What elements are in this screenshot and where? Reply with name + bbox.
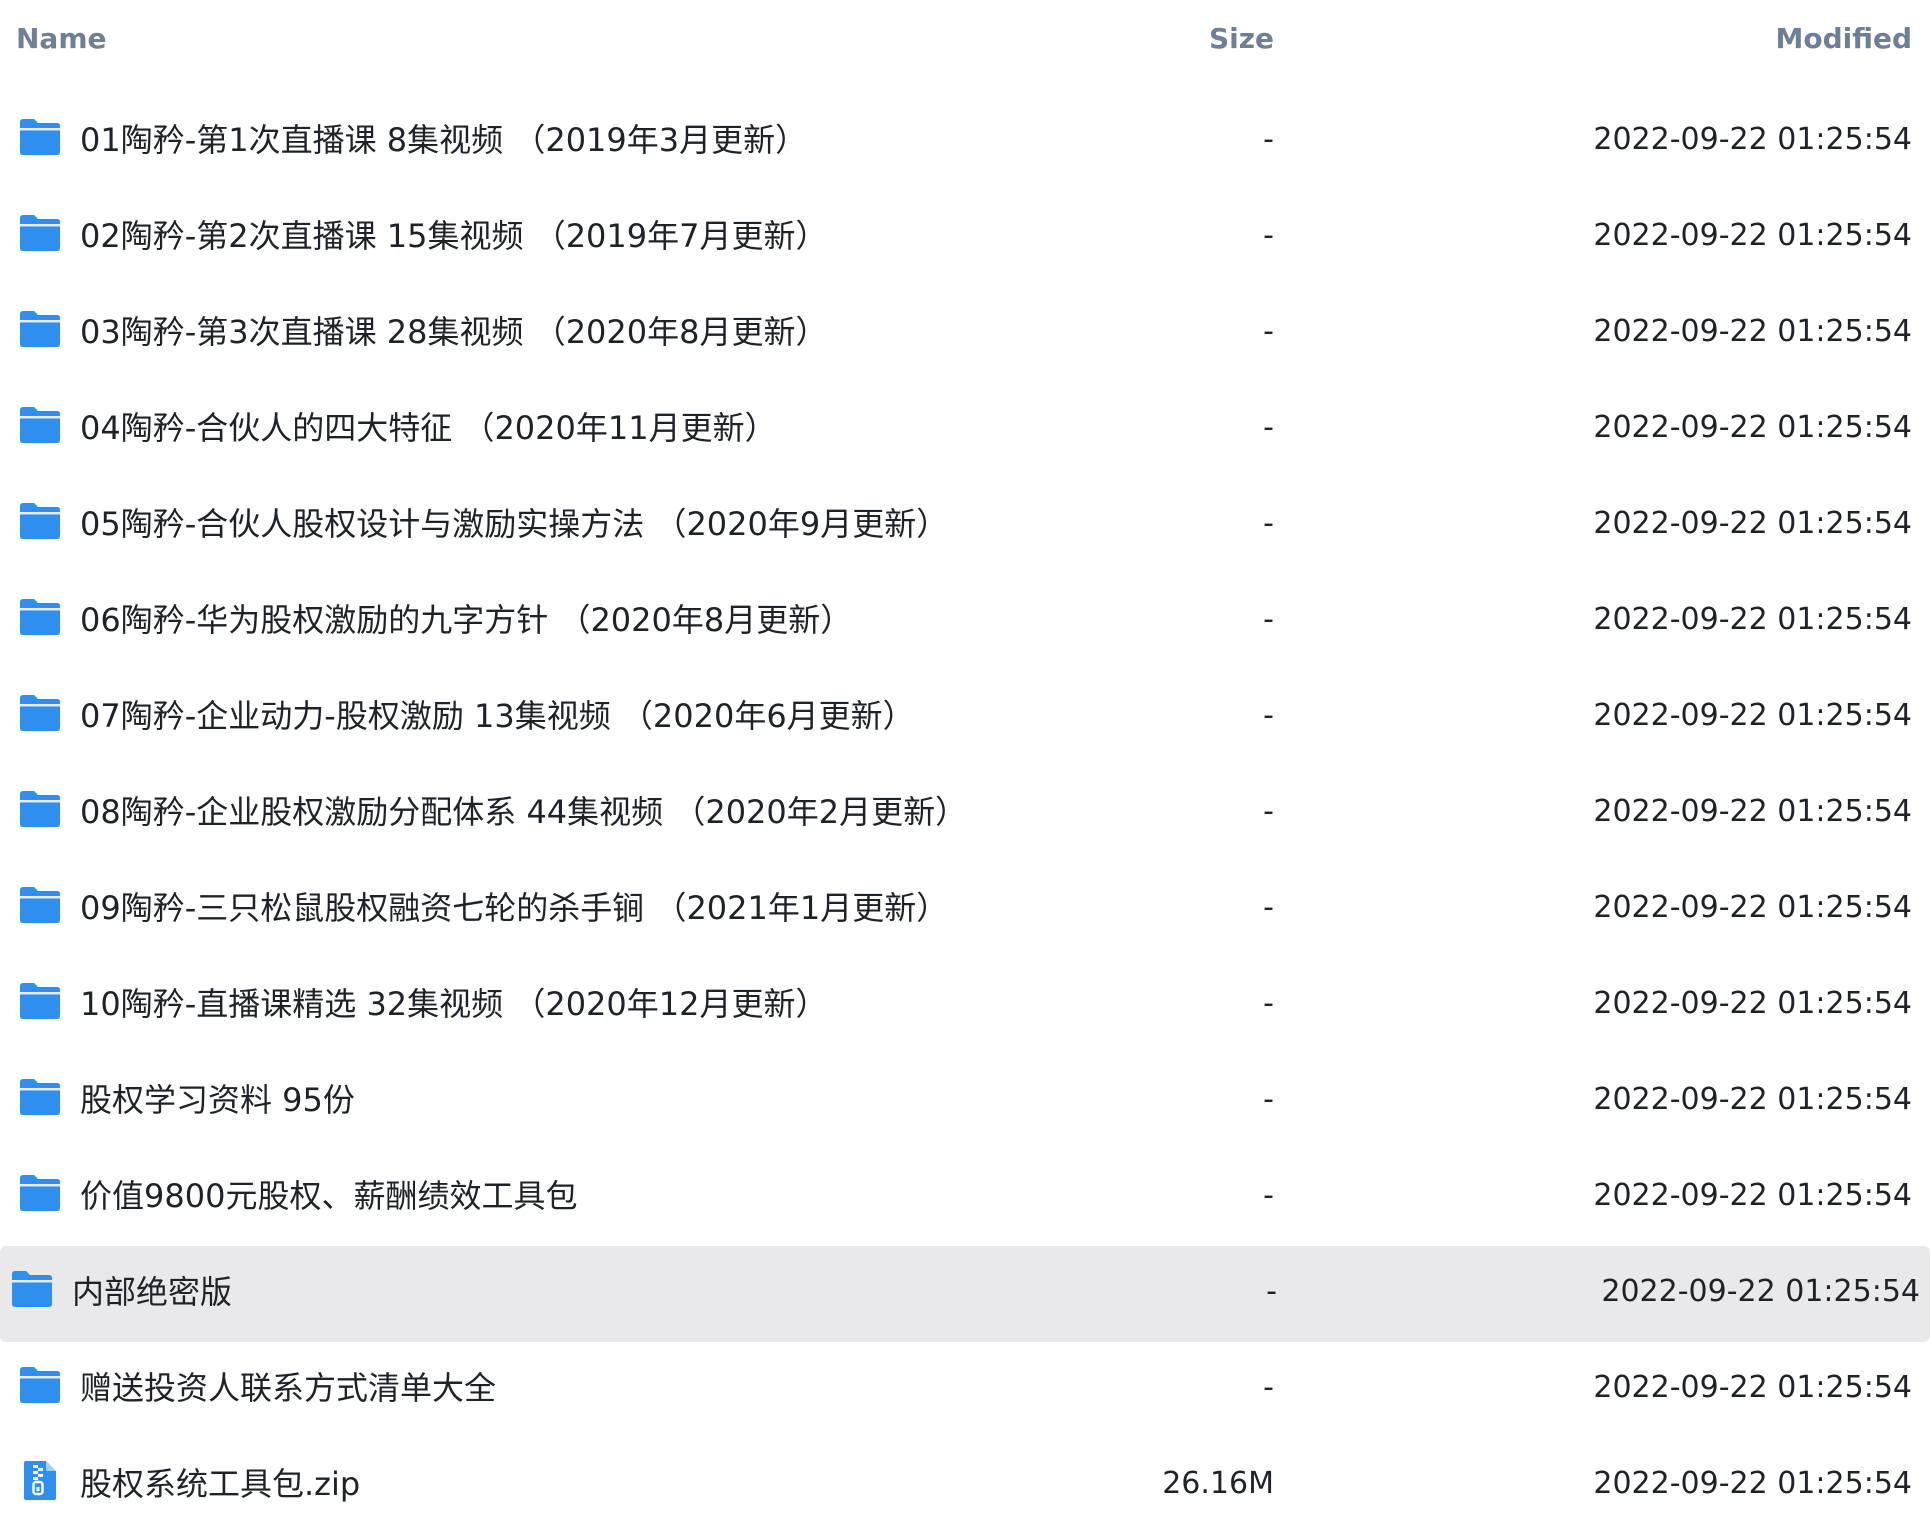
file-modified: 2022-09-22 01:25:54 <box>1593 122 1912 157</box>
file-size: - <box>1263 1370 1274 1405</box>
file-size: - <box>1263 794 1274 829</box>
file-name[interactable]: 04陶矜-合伙人的四大特征 （2020年11月更新） <box>80 408 777 448</box>
file-name[interactable]: 股权学习资料 95份 <box>80 1080 355 1120</box>
file-modified: 2022-09-22 01:25:54 <box>1593 602 1912 637</box>
file-modified: 2022-09-22 01:25:54 <box>1593 698 1912 733</box>
file-size: - <box>1263 506 1274 541</box>
file-name[interactable]: 06陶矜-华为股权激励的九字方针 （2020年8月更新） <box>80 600 852 640</box>
file-size: - <box>1263 1082 1274 1117</box>
file-size: - <box>1263 314 1274 349</box>
file-name[interactable]: 05陶矜-合伙人股权设计与激励实操方法 （2020年9月更新） <box>80 504 948 544</box>
file-size: 26.16M <box>1162 1466 1274 1501</box>
file-rows: 01陶矜-第1次直播课 8集视频 （2019年3月更新） - 2022-09-22 … <box>0 94 1930 1528</box>
folder-icon <box>18 500 62 540</box>
file-name[interactable]: 赠送投资人联系方式清单大全 <box>80 1368 496 1408</box>
file-row[interactable]: 04陶矜-合伙人的四大特征 （2020年11月更新） - 2022-09-22 01… <box>0 382 1930 478</box>
file-row[interactable]: 06陶矜-华为股权激励的九字方针 （2020年8月更新） - 2022-09-22 … <box>0 574 1930 670</box>
file-row[interactable]: 09陶矜-三只松鼠股权融资七轮的杀手锏 （2021年1月更新） - 2022-09-… <box>0 862 1930 958</box>
file-modified: 2022-09-22 01:25:54 <box>1593 314 1912 349</box>
file-row[interactable]: 股权系统工具包.zip 26.16M 2022-09-22 01:25:54 <box>0 1438 1930 1528</box>
folder-icon <box>18 212 62 252</box>
folder-icon <box>18 404 62 444</box>
file-list-header: Name Size Modified <box>0 0 1930 80</box>
folder-icon <box>18 596 62 636</box>
file-modified: 2022-09-22 01:25:54 <box>1593 986 1912 1021</box>
file-name[interactable]: 03陶矜-第3次直播课 28集视频 （2020年8月更新） <box>80 312 828 352</box>
file-name[interactable]: 10陶矜-直播课精选 32集视频 （2020年12月更新） <box>80 984 828 1024</box>
file-row[interactable]: 07陶矜-企业动力-股权激励 13集视频 （2020年6月更新） - 2022-09… <box>0 670 1930 766</box>
file-name[interactable]: 价值9800元股权、薪酬绩效工具包 <box>80 1176 577 1216</box>
file-list: Name Size Modified 01陶矜-第1次直播课 8集视频 （201… <box>0 0 1930 1528</box>
file-size: - <box>1263 602 1274 637</box>
folder-icon <box>18 116 62 156</box>
file-row[interactable]: 股权学习资料 95份 - 2022-09-22 01:25:54 <box>0 1054 1930 1150</box>
file-name[interactable]: 08陶矜-企业股权激励分配体系 44集视频 （2020年2月更新） <box>80 792 967 832</box>
file-name[interactable]: 07陶矜-企业动力-股权激励 13集视频 （2020年6月更新） <box>80 696 915 736</box>
column-header-name[interactable]: Name <box>16 22 107 56</box>
file-row[interactable]: 10陶矜-直播课精选 32集视频 （2020年12月更新） - 2022-09-22… <box>0 958 1930 1054</box>
file-size: - <box>1263 986 1274 1021</box>
column-header-size[interactable]: Size <box>1209 22 1274 56</box>
file-modified: 2022-09-22 01:25:54 <box>1593 506 1912 541</box>
folder-icon <box>18 1172 62 1212</box>
file-row[interactable]: 03陶矜-第3次直播课 28集视频 （2020年8月更新） - 2022-09-22… <box>0 286 1930 382</box>
folder-icon <box>18 788 62 828</box>
file-modified: 2022-09-22 01:25:54 <box>1593 1178 1912 1213</box>
file-row[interactable]: 01陶矜-第1次直播课 8集视频 （2019年3月更新） - 2022-09-22 … <box>0 94 1930 190</box>
folder-icon <box>10 1268 54 1308</box>
file-size: - <box>1263 890 1274 925</box>
file-row[interactable]: 08陶矜-企业股权激励分配体系 44集视频 （2020年2月更新） - 2022-0… <box>0 766 1930 862</box>
folder-icon <box>18 308 62 348</box>
file-name[interactable]: 02陶矜-第2次直播课 15集视频 （2019年7月更新） <box>80 216 828 256</box>
file-name[interactable]: 09陶矜-三只松鼠股权融资七轮的杀手锏 （2021年1月更新） <box>80 888 948 928</box>
file-modified: 2022-09-22 01:25:54 <box>1593 1082 1912 1117</box>
file-size: - <box>1263 122 1274 157</box>
file-size: - <box>1263 1178 1274 1213</box>
file-name[interactable]: 01陶矜-第1次直播课 8集视频 （2019年3月更新） <box>80 120 807 160</box>
file-row[interactable]: 价值9800元股权、薪酬绩效工具包 - 2022-09-22 01:25:54 <box>0 1150 1930 1246</box>
file-size: - <box>1263 698 1274 733</box>
folder-icon <box>18 1364 62 1404</box>
file-name[interactable]: 股权系统工具包.zip <box>80 1464 360 1504</box>
file-size: - <box>1263 410 1274 445</box>
file-row[interactable]: 内部绝密版 - 2022-09-22 01:25:54 <box>0 1246 1930 1342</box>
column-header-modified[interactable]: Modified <box>1775 22 1912 56</box>
folder-icon <box>18 884 62 924</box>
file-modified: 2022-09-22 01:25:54 <box>1593 1466 1912 1501</box>
folder-icon <box>18 980 62 1020</box>
file-size: - <box>1263 218 1274 253</box>
folder-icon <box>18 1076 62 1116</box>
file-modified: 2022-09-22 01:25:54 <box>1601 1274 1920 1309</box>
file-row[interactable]: 赠送投资人联系方式清单大全 - 2022-09-22 01:25:54 <box>0 1342 1930 1438</box>
file-name[interactable]: 内部绝密版 <box>72 1272 232 1312</box>
file-modified: 2022-09-22 01:25:54 <box>1593 218 1912 253</box>
zip-file-icon <box>18 1460 62 1500</box>
file-row[interactable]: 02陶矜-第2次直播课 15集视频 （2019年7月更新） - 2022-09-22… <box>0 190 1930 286</box>
file-modified: 2022-09-22 01:25:54 <box>1593 410 1912 445</box>
file-modified: 2022-09-22 01:25:54 <box>1593 890 1912 925</box>
file-modified: 2022-09-22 01:25:54 <box>1593 794 1912 829</box>
file-size: - <box>1266 1274 1277 1309</box>
file-modified: 2022-09-22 01:25:54 <box>1593 1370 1912 1405</box>
file-row[interactable]: 05陶矜-合伙人股权设计与激励实操方法 （2020年9月更新） - 2022-09-… <box>0 478 1930 574</box>
folder-icon <box>18 692 62 732</box>
